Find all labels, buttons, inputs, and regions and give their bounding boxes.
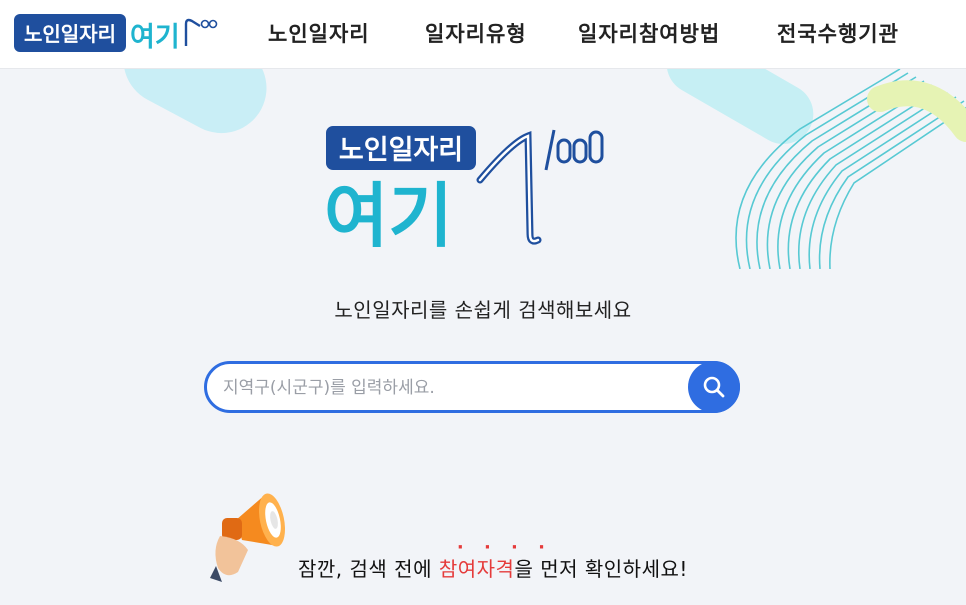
search-button[interactable] <box>688 361 740 413</box>
hero-logo-top-text: 노인일자리 <box>339 135 463 166</box>
nav-item-how-to-join[interactable]: 일자리참여방법 <box>578 18 720 48</box>
hero-logo: 노인일자리 여기 <box>324 126 604 250</box>
notice-prefix: 잠깐, 검색 전에 <box>298 557 439 581</box>
eligibility-link[interactable]: 참여자격 <box>439 557 515 581</box>
megaphone-icon <box>210 493 286 582</box>
main-nav: 노인일자리 일자리유형 일자리참여방법 전국수행기관 <box>0 0 966 68</box>
hero-logo-bottom-text: 여기 <box>324 175 453 250</box>
search-bar <box>204 361 740 413</box>
nav-item-agencies[interactable]: 전국수행기관 <box>777 18 899 48</box>
nav-item-job-types[interactable]: 일자리유형 <box>425 18 527 48</box>
region-search-input[interactable] <box>221 372 685 404</box>
top-header: 노인일자리 여기 노인일자리 일자리유형 일자리참여방법 전국수행기관 <box>0 0 966 69</box>
eligibility-notice: 잠깐, 검색 전에 참여자격을 먼저 확인하세요! <box>298 553 688 582</box>
nav-item-senior-jobs[interactable]: 노인일자리 <box>268 18 370 48</box>
notice-suffix: 을 먼저 확인하세요! <box>514 557 688 581</box>
search-icon <box>703 376 725 398</box>
hero-tagline: 노인일자리를 손쉽게 검색해보세요 <box>334 298 632 322</box>
